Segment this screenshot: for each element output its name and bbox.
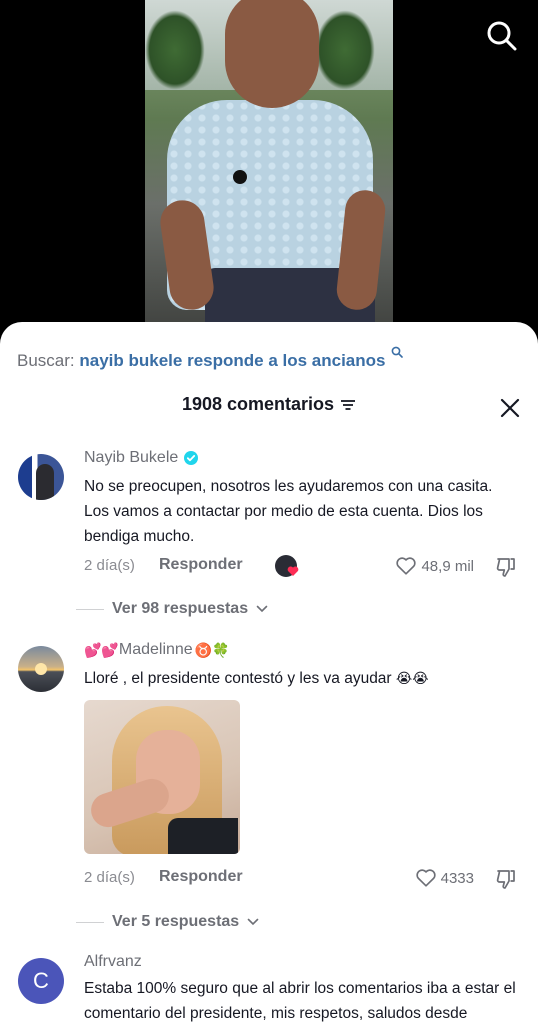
comment-author[interactable]: Madelinne [119,641,193,659]
like-count: 48,9 mil [421,557,474,575]
comments-sheet: Buscar: nayib bukele responde a los anci… [0,322,538,1024]
comment-count: 1908 comentarios [181,394,335,414]
avatar-letter: C [33,968,49,993]
video-player[interactable] [0,0,538,340]
comment-text: No se preocupen, nosotros les ayudaremos… [84,478,493,545]
related-search[interactable]: Buscar: nayib bukele responde a los anci… [17,346,404,371]
comments-header: 1908 comentarios [0,394,538,424]
view-replies-button[interactable]: Ver 5 respuestas [76,911,259,933]
heart-outline-icon [415,869,436,887]
divider [76,608,104,610]
video-frame [145,0,393,340]
search-icon[interactable] [484,18,520,54]
view-replies-label: Ver 5 respuestas [112,913,240,930]
comment-time: 2 día(s) [84,869,135,886]
dislike-icon[interactable] [494,867,518,891]
view-replies-label: Ver 98 respuestas [112,600,249,617]
comment-time: 2 día(s) [84,557,135,574]
search-query-link[interactable]: nayib bukele responde a los ancianos [79,351,385,370]
avatar[interactable]: C [18,958,64,1004]
sticker-image[interactable] [84,700,240,854]
comment-item: Nayib Bukele No se preocupen, nosotros l… [0,448,538,618]
author-suffix-emoji: ♉️🍀 [194,641,230,658]
creator-liked-avatar [275,555,299,577]
search-small-icon [391,346,404,358]
reply-button[interactable]: Responder [159,868,243,886]
comment-item: C Alfrvanz Estaba 100% seguro que al abr… [0,952,538,1024]
reply-button[interactable]: Responder [159,556,243,574]
divider [76,921,104,923]
like-button[interactable]: 48,9 mil [395,555,474,577]
chevron-down-icon [256,605,268,613]
verified-badge-icon [184,451,199,465]
comment-author[interactable]: Alfrvanz [84,953,142,971]
comment-text: Estaba 100% seguro que al abrir los come… [84,980,516,1022]
avatar[interactable] [18,646,64,692]
view-replies-button[interactable]: Ver 98 respuestas [76,598,268,620]
heart-icon [287,566,299,576]
like-count: 4333 [440,869,474,887]
dislike-icon[interactable] [494,555,518,579]
comment-emoji: 😭😭 [395,670,429,686]
comment-item: 💕💕 Madelinne ♉️🍀 Lloré , el presidente c… [0,640,538,930]
comment-text-row: Lloré , el presidente contestó y les va … [84,666,518,691]
comment-author[interactable]: Nayib Bukele [84,449,178,467]
sort-filter-icon[interactable] [340,398,356,412]
like-button[interactable]: 4333 [415,867,474,889]
search-prefix: Buscar: [17,351,75,370]
author-prefix-emoji: 💕💕 [84,641,119,658]
comment-text: Lloré , el presidente contestó y les va … [84,670,392,687]
heart-outline-icon [396,557,417,575]
close-icon[interactable] [498,396,522,420]
chevron-down-icon [247,918,259,926]
avatar[interactable] [18,454,64,500]
